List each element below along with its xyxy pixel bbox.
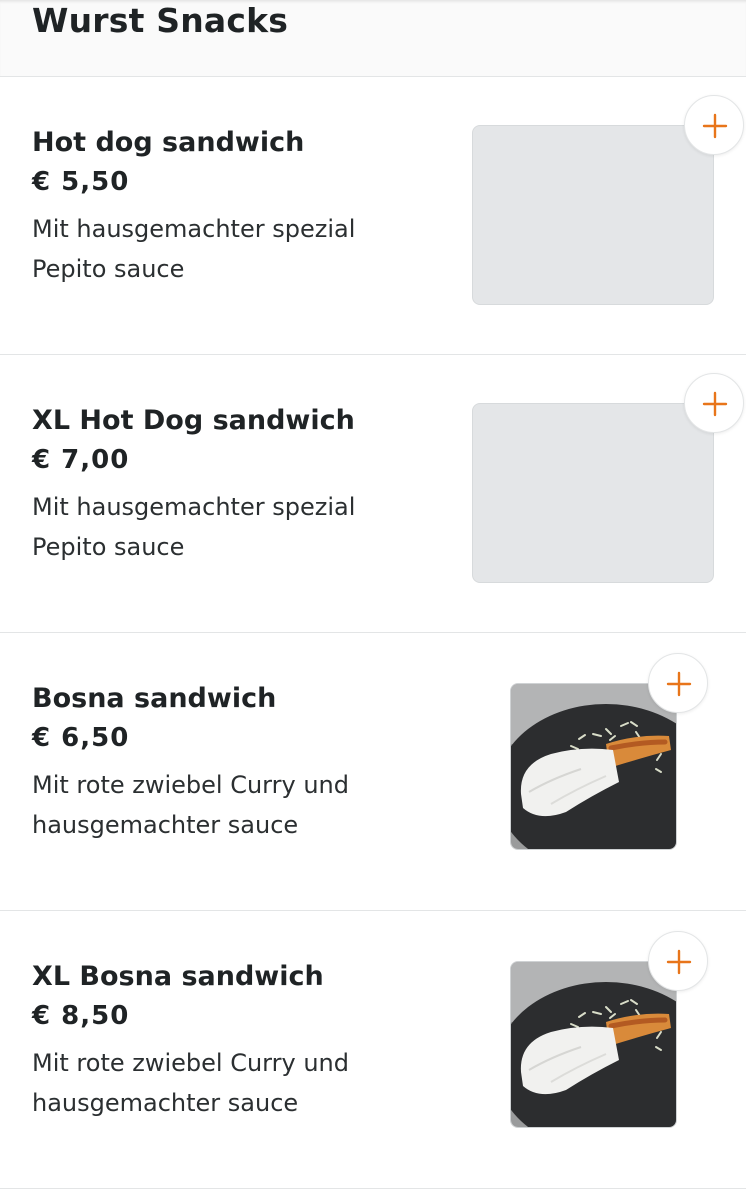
item-name: XL Hot Dog sandwich	[32, 405, 355, 436]
add-to-cart-button[interactable]	[648, 931, 708, 991]
item-description-line: hausgemachter sauce	[32, 811, 299, 839]
item-description-line: Pepito sauce	[32, 255, 185, 283]
item-image-placeholder	[472, 125, 714, 305]
add-to-cart-button[interactable]	[684, 373, 744, 433]
menu-item[interactable]: XL Bosna sandwich € 8,50 Mit rote zwiebe…	[0, 911, 746, 1189]
item-name: Hot dog sandwich	[32, 127, 305, 158]
item-description-line: Mit hausgemachter spezial	[32, 215, 356, 243]
item-description: Mit hausgemachter spezial Pepito sauce	[32, 209, 402, 289]
item-description-line: Pepito sauce	[32, 533, 185, 561]
section-title: Wurst Snacks	[32, 1, 289, 40]
item-image-placeholder	[472, 403, 714, 583]
bosna-sandwich-photo	[511, 684, 676, 849]
item-description-line: Mit hausgemachter spezial	[32, 493, 356, 521]
item-description: Mit rote zwiebel Curry und hausgemachter…	[32, 1043, 402, 1123]
section-header: Wurst Snacks	[0, 0, 746, 77]
item-price: € 5,50	[32, 167, 130, 197]
item-description-line: Mit rote zwiebel Curry und	[32, 771, 349, 799]
plus-icon	[666, 671, 692, 697]
item-photo	[510, 683, 677, 850]
item-price: € 6,50	[32, 723, 130, 753]
menu-item[interactable]: XL Hot Dog sandwich € 7,00 Mit hausgemac…	[0, 355, 746, 633]
item-description-line: hausgemachter sauce	[32, 1089, 299, 1117]
item-name: Bosna sandwich	[32, 683, 277, 714]
menu-item[interactable]: Hot dog sandwich € 5,50 Mit hausgemachte…	[0, 77, 746, 355]
item-description: Mit hausgemachter spezial Pepito sauce	[32, 487, 402, 567]
item-description-line: Mit rote zwiebel Curry und	[32, 1049, 349, 1077]
menu-item[interactable]: Bosna sandwich € 6,50 Mit rote zwiebel C…	[0, 633, 746, 911]
plus-icon	[702, 113, 728, 139]
add-to-cart-button[interactable]	[684, 95, 744, 155]
bosna-sandwich-photo	[511, 962, 676, 1127]
item-price: € 7,00	[32, 445, 130, 475]
plus-icon	[666, 949, 692, 975]
item-name: XL Bosna sandwich	[32, 961, 324, 992]
item-description: Mit rote zwiebel Curry und hausgemachter…	[32, 765, 402, 845]
item-photo	[510, 961, 677, 1128]
plus-icon	[702, 391, 728, 417]
item-price: € 8,50	[32, 1001, 130, 1031]
add-to-cart-button[interactable]	[648, 653, 708, 713]
